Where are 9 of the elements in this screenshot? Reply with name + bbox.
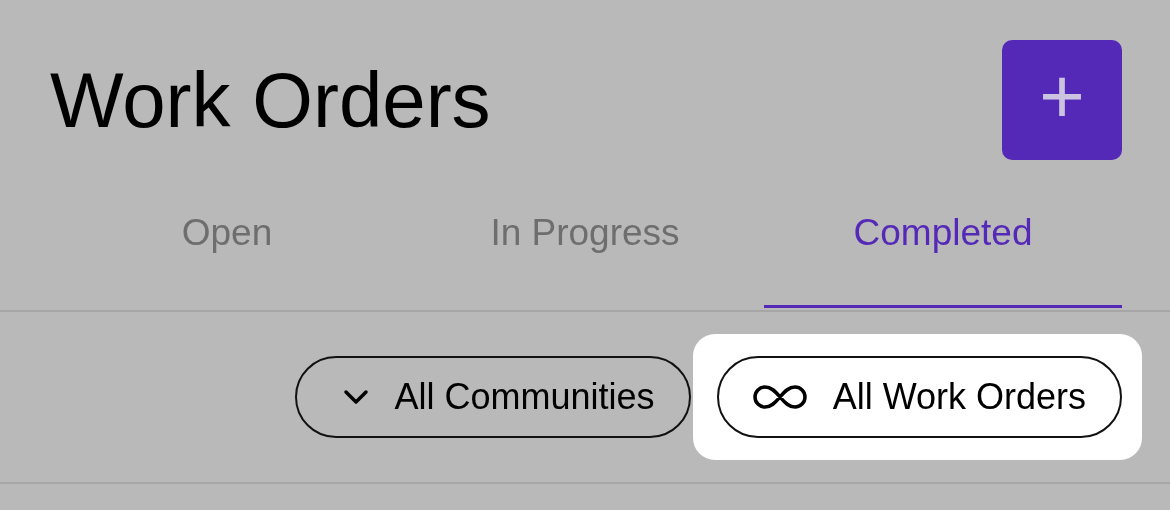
add-button[interactable]: +	[1002, 40, 1122, 160]
infinity-icon	[752, 384, 807, 410]
tab[interactable]: Open	[48, 160, 406, 308]
filter-button[interactable]: All Work Orders	[716, 356, 1122, 438]
tab[interactable]: In Progress	[406, 160, 764, 308]
filter-button[interactable]: All Communities	[294, 356, 691, 438]
page-title: Work Orders	[50, 61, 491, 139]
chevron-down-icon	[342, 389, 369, 405]
tab[interactable]: Completed	[764, 160, 1122, 308]
